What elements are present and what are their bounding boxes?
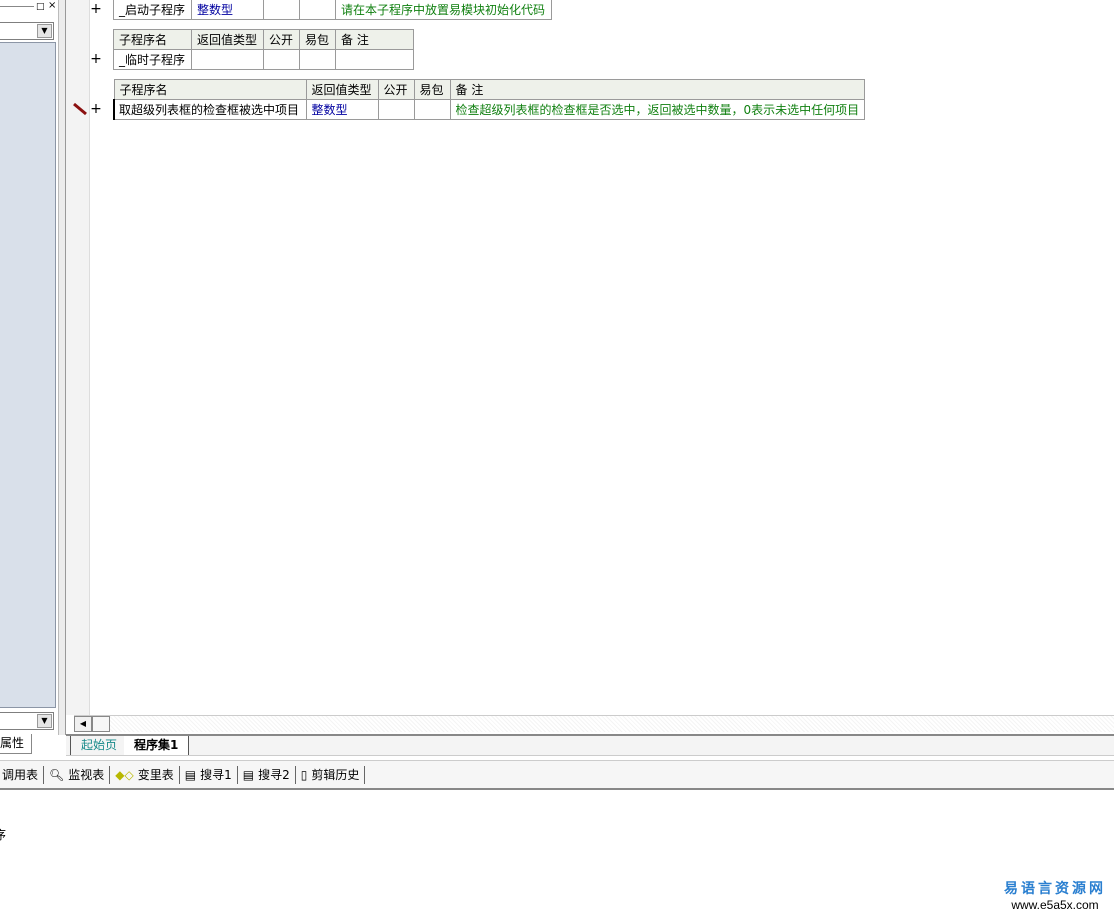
col-header: 易包: [299, 29, 336, 50]
note-cell[interactable]: 请在本子程序中放置易模块初始化代码: [335, 0, 552, 20]
output-text: 序: [0, 828, 7, 842]
splitter[interactable]: [58, 0, 66, 735]
col-header: 公开: [263, 29, 300, 50]
property-list[interactable]: [0, 42, 56, 708]
return-type-cell[interactable]: [191, 49, 264, 70]
return-type-cell[interactable]: 整数型: [305, 99, 379, 120]
public-cell[interactable]: [263, 0, 300, 20]
horizontal-scrollbar[interactable]: ◀: [74, 715, 1114, 732]
sub-name-cell[interactable]: _临时子程序: [113, 49, 192, 70]
tab-search-1[interactable]: ▤ 搜寻1: [180, 765, 238, 784]
public-cell[interactable]: [377, 99, 415, 120]
pencil-icon: [73, 102, 87, 116]
close-button[interactable]: ×: [48, 1, 58, 11]
note-cell[interactable]: [335, 49, 414, 70]
package-cell[interactable]: [299, 49, 336, 70]
watermark-logo: 易语言资源网 www.e5a5x.com: [1004, 881, 1106, 912]
col-header: 备 注: [449, 79, 866, 100]
restore-button[interactable]: □: [36, 2, 46, 12]
table-row[interactable]: 取超级列表框的检查框被选中项目 整数型 检查超级列表框的检查框是否选中，返回被选…: [113, 99, 866, 120]
bottom-toolbar: 调用表 🔍︎ 监视表 ◆◇ 变里表 ▤ 搜寻1 ▤ 搜寻2 ▯ 剪辑历史: [0, 760, 1114, 790]
return-type-cell[interactable]: 整数型: [191, 0, 264, 20]
tab-call-table[interactable]: 调用表: [0, 765, 45, 784]
tab-properties[interactable]: 属性: [0, 734, 32, 754]
label: 监视表: [68, 768, 105, 782]
label: 剪辑历史: [311, 768, 360, 782]
tab-start-page[interactable]: 起始页: [70, 736, 129, 755]
col-header: 子程序名: [113, 79, 307, 100]
expand-icon[interactable]: +: [90, 51, 102, 67]
table-header: 子程序名 返回值类型 公开 易包 备 注: [113, 29, 414, 50]
table-row[interactable]: _临时子程序: [113, 49, 414, 70]
sub-table-get-checked: 子程序名 返回值类型 公开 易包 备 注 取超级列表框的检查框被选中项目 整数型…: [113, 79, 866, 120]
scroll-thumb[interactable]: [92, 716, 110, 732]
chevron-down-icon[interactable]: ▼: [37, 24, 52, 38]
col-header: 公开: [377, 79, 415, 100]
scroll-left-icon[interactable]: ◀: [74, 716, 92, 732]
clipboard-icon: ▯: [300, 767, 308, 782]
left-panel-titlebar: [0, 6, 34, 7]
col-header: 备 注: [335, 29, 414, 50]
label: 搜寻2: [258, 768, 290, 782]
label: 搜寻1: [200, 768, 232, 782]
object-dropdown[interactable]: ▼: [0, 22, 54, 40]
col-header: 返回值类型: [191, 29, 264, 50]
package-cell[interactable]: [299, 0, 336, 20]
document-tabs: 起始页 程序集1: [66, 734, 1114, 756]
sub-table-temp: 子程序名 返回值类型 公开 易包 备 注 _临时子程序: [113, 29, 414, 70]
public-cell[interactable]: [263, 49, 300, 70]
chevron-down-icon[interactable]: ▼: [37, 714, 52, 728]
expand-icon[interactable]: +: [90, 1, 102, 17]
sub-name-cell[interactable]: _启动子程序: [113, 0, 192, 20]
col-header: 易包: [413, 79, 451, 100]
sub-table-startup: _启动子程序 整数型 请在本子程序中放置易模块初始化代码: [113, 0, 552, 20]
package-cell[interactable]: [413, 99, 451, 120]
variable-icon: ◆◇: [115, 767, 134, 782]
tab-program-set-1[interactable]: 程序集1: [124, 736, 190, 755]
magnifier-icon: 🔍︎: [49, 767, 65, 782]
note-cell[interactable]: 检查超级列表框的检查框是否选中，返回被选中数量，0表示未选中任何项目: [449, 99, 866, 120]
search-doc-icon: ▤: [242, 767, 255, 782]
col-header: 返回值类型: [305, 79, 379, 100]
tab-watch-table[interactable]: 🔍︎ 监视表: [44, 765, 111, 784]
tab-variable-table[interactable]: ◆◇ 变里表: [110, 765, 180, 784]
sub-name-cell[interactable]: 取超级列表框的检查框被选中项目: [113, 99, 307, 120]
table-row[interactable]: _启动子程序 整数型 请在本子程序中放置易模块初始化代码: [113, 0, 552, 20]
tab-clip-history[interactable]: ▯ 剪辑历史: [296, 765, 366, 784]
tab-search-2[interactable]: ▤ 搜寻2: [238, 765, 296, 784]
search-doc-icon: ▤: [184, 767, 197, 782]
col-header: 子程序名: [113, 29, 192, 50]
expand-icon[interactable]: +: [90, 101, 102, 117]
table-header: 子程序名 返回值类型 公开 易包 备 注: [113, 79, 866, 100]
label: 变里表: [137, 768, 174, 782]
bottom-dropdown[interactable]: ▼: [0, 712, 54, 730]
label: 调用表: [2, 768, 39, 782]
